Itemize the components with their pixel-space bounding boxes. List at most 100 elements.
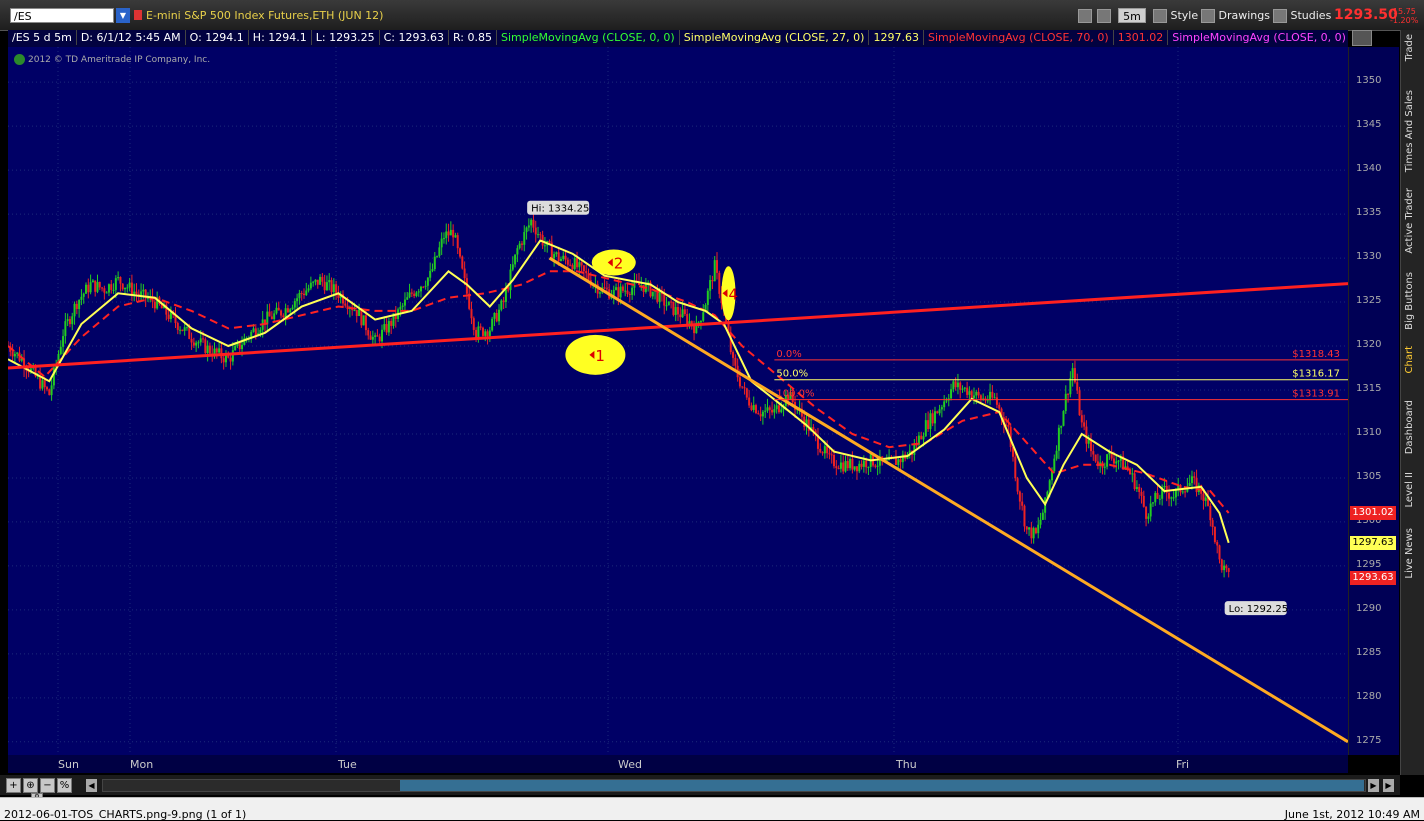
side-tab-level-ii[interactable]: Level II bbox=[1404, 472, 1415, 507]
candle-body bbox=[312, 281, 315, 283]
candle-body bbox=[16, 352, 19, 354]
candle-body bbox=[208, 345, 211, 354]
candle-body bbox=[314, 279, 317, 282]
study-legend-item[interactable]: O: 1294.1 bbox=[186, 30, 249, 45]
candle-body bbox=[1028, 527, 1031, 530]
candle-body bbox=[362, 315, 365, 326]
fib-level-percent: 0.0% bbox=[776, 349, 801, 360]
price-axis-tick: 1335 bbox=[1356, 207, 1382, 219]
candle-body bbox=[576, 258, 579, 268]
candle-body bbox=[603, 287, 606, 289]
side-tab-dashboard[interactable]: Dashboard bbox=[1404, 400, 1415, 454]
candle-body bbox=[929, 413, 932, 429]
candle-body bbox=[371, 336, 374, 340]
candle-body bbox=[855, 466, 858, 472]
candle-body bbox=[374, 335, 377, 337]
candle-body bbox=[940, 407, 943, 410]
scroll-left-arrow-icon[interactable]: ◀ bbox=[86, 779, 97, 792]
candle-body bbox=[59, 346, 62, 355]
study-legend-item[interactable]: R: 0.85 bbox=[449, 30, 497, 45]
candle-body bbox=[1018, 491, 1021, 502]
candle-body bbox=[598, 292, 601, 294]
candle-body bbox=[1225, 565, 1228, 569]
scroll-thumb[interactable] bbox=[400, 780, 1364, 791]
side-tab-trade[interactable]: Trade bbox=[1404, 34, 1415, 61]
drawing-tool-icon[interactable] bbox=[1352, 30, 1372, 46]
candle-body bbox=[479, 326, 482, 328]
low-label: Lo: 1292.25 bbox=[1229, 604, 1288, 615]
study-legend-item[interactable]: 1297.63 bbox=[869, 30, 924, 45]
candle-body bbox=[569, 264, 572, 266]
candle-body bbox=[899, 459, 902, 463]
candle-body bbox=[718, 272, 721, 294]
candle-body bbox=[1163, 485, 1166, 488]
zoom-out-icon[interactable]: − bbox=[40, 778, 55, 793]
candle-body bbox=[876, 465, 879, 467]
side-tab-active-trader[interactable]: Active Trader bbox=[1404, 188, 1415, 254]
style-button[interactable]: Style bbox=[1153, 7, 1198, 24]
candle-body bbox=[413, 293, 416, 297]
study-legend-item[interactable]: C: 1293.63 bbox=[380, 30, 449, 45]
drawings-button[interactable]: Drawings bbox=[1201, 7, 1270, 24]
scroll-end-arrow-icon[interactable]: ▶ bbox=[1383, 779, 1394, 792]
candle-body bbox=[387, 320, 390, 333]
side-tab-big-buttons[interactable]: Big Buttons bbox=[1404, 272, 1415, 330]
marker-label: 1 bbox=[595, 347, 605, 365]
study-legend-item[interactable]: D: 6/1/12 5:45 AM bbox=[77, 30, 186, 45]
support-trendline bbox=[8, 282, 1348, 370]
percent-zoom-icon[interactable]: % bbox=[57, 778, 72, 793]
candle-body bbox=[75, 303, 78, 309]
study-legend-item[interactable]: 1301.02 bbox=[1114, 30, 1169, 45]
price-chart[interactable]: 0.0% $1318.43 50.0% $1316.17 100.0% $1313.91 1… bbox=[8, 47, 1348, 755]
candle-body bbox=[741, 386, 744, 388]
price-axis-tick: 1310 bbox=[1356, 426, 1382, 438]
status-datetime: June 1st, 2012 10:49 AM bbox=[1284, 808, 1420, 821]
price-axis-tick: 1305 bbox=[1356, 470, 1382, 482]
candle-body bbox=[759, 414, 762, 417]
studies-button[interactable]: Studies bbox=[1273, 7, 1331, 24]
candle-body bbox=[693, 325, 696, 334]
candle-body bbox=[481, 327, 484, 336]
candle-body bbox=[1055, 450, 1058, 459]
side-tab-live-news[interactable]: Live News bbox=[1404, 528, 1415, 579]
study-legend-item[interactable]: SimpleMovingAvg (CLOSE, 27, 0) bbox=[680, 30, 870, 45]
candle-body bbox=[1078, 390, 1081, 416]
candle-body bbox=[920, 435, 923, 440]
candle-body bbox=[1037, 524, 1040, 534]
study-legend-item[interactable]: /ES 5 d 5m bbox=[8, 30, 77, 45]
candle-body bbox=[1202, 493, 1205, 501]
study-legend-item[interactable]: H: 1294.1 bbox=[249, 30, 312, 45]
candle-body bbox=[956, 382, 959, 388]
candle-body bbox=[309, 282, 312, 289]
time-axis-label: Fri bbox=[1176, 758, 1190, 771]
symbol-dropdown-icon[interactable]: ▼ bbox=[116, 8, 130, 23]
candle-body bbox=[580, 262, 583, 266]
candle-body bbox=[631, 287, 634, 295]
wrench-icon[interactable] bbox=[1097, 7, 1111, 24]
candle-body bbox=[454, 235, 457, 238]
zoom-in-icon[interactable]: + bbox=[6, 778, 21, 793]
candle-body bbox=[761, 411, 764, 417]
link-icon[interactable] bbox=[1078, 7, 1092, 24]
candle-body bbox=[961, 388, 964, 390]
symbol-input[interactable]: /ES bbox=[10, 8, 114, 23]
candle-body bbox=[325, 282, 328, 291]
scroll-right-arrow-icon[interactable]: ▶ bbox=[1368, 779, 1379, 792]
candle-body bbox=[894, 457, 897, 465]
candle-body bbox=[46, 387, 49, 390]
study-legend-item[interactable]: SimpleMovingAvg (CLOSE, 70, 0) bbox=[924, 30, 1114, 45]
candle-body bbox=[1032, 528, 1035, 539]
fib-level-price: $1318.43 bbox=[1292, 349, 1340, 360]
period-selector[interactable]: 5m bbox=[1118, 8, 1146, 23]
candle-body bbox=[858, 463, 861, 472]
magnifier-icon[interactable]: ⊕ bbox=[23, 778, 38, 793]
side-tab-times-and-sales[interactable]: Times And Sales bbox=[1404, 90, 1415, 172]
side-tab-chart[interactable]: Chart bbox=[1404, 346, 1415, 373]
study-legend-item[interactable]: SimpleMovingAvg (CLOSE, 0, 0) bbox=[1168, 30, 1348, 45]
candle-body bbox=[1112, 458, 1115, 464]
study-legend-item[interactable]: SimpleMovingAvg (CLOSE, 0, 0) bbox=[497, 30, 680, 45]
sma-70-line bbox=[8, 270, 1230, 514]
study-legend-item[interactable]: L: 1293.25 bbox=[312, 30, 380, 45]
time-axis[interactable] bbox=[8, 755, 1348, 773]
candle-body bbox=[1142, 495, 1145, 507]
